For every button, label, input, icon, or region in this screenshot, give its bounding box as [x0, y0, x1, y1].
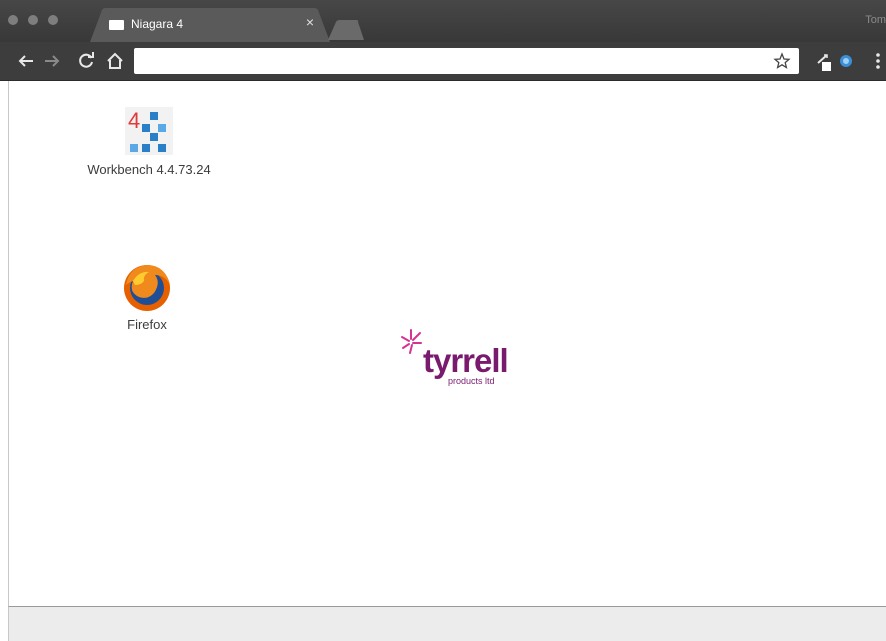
desktop-icon-label: Firefox	[127, 317, 167, 332]
window-zoom-dot[interactable]	[48, 15, 58, 25]
profile-name[interactable]: Tom	[865, 14, 886, 26]
address-bar[interactable]	[134, 48, 799, 74]
page-content: 4 Workbench 4.4.73.24 Firefox tyrrell pr…	[8, 81, 886, 606]
url-input[interactable]	[142, 48, 762, 74]
new-tab-button[interactable]	[328, 20, 364, 40]
niagara-workbench-icon: 4	[125, 107, 173, 155]
firefox-icon	[124, 265, 170, 311]
extension-icon[interactable]	[812, 49, 836, 73]
menu-icon[interactable]	[866, 49, 886, 73]
desktop-icon-label: Workbench 4.4.73.24	[87, 162, 211, 177]
tab-favicon-icon	[109, 20, 124, 30]
tyrrell-logo: tyrrell products ltd	[397, 326, 537, 396]
window-minimize-dot[interactable]	[28, 15, 38, 25]
sync-icon[interactable]	[834, 49, 858, 73]
logo-wordmark: tyrrell	[423, 342, 509, 379]
bottom-bar	[8, 606, 886, 641]
bookmark-star-icon[interactable]	[773, 52, 791, 70]
forward-icon[interactable]	[40, 49, 64, 73]
browser-tab-active[interactable]: Niagara 4 ×	[90, 8, 330, 42]
desktop-icon-workbench[interactable]: 4 Workbench 4.4.73.24	[71, 106, 227, 177]
workbench-glyph: 4	[128, 108, 140, 133]
tab-title: Niagara 4	[131, 17, 184, 31]
window-close-dot[interactable]	[8, 15, 18, 25]
home-icon[interactable]	[103, 49, 127, 73]
back-icon[interactable]	[14, 49, 38, 73]
browser-toolbar	[0, 42, 886, 81]
logo-subtitle: products ltd	[448, 376, 495, 386]
tab-close-icon[interactable]: ×	[303, 15, 317, 29]
browser-titlebar: Niagara 4 × Tom	[0, 0, 886, 42]
desktop-icon-firefox[interactable]: Firefox	[107, 261, 187, 332]
reload-icon[interactable]	[74, 49, 98, 73]
tab-shape	[90, 8, 330, 42]
